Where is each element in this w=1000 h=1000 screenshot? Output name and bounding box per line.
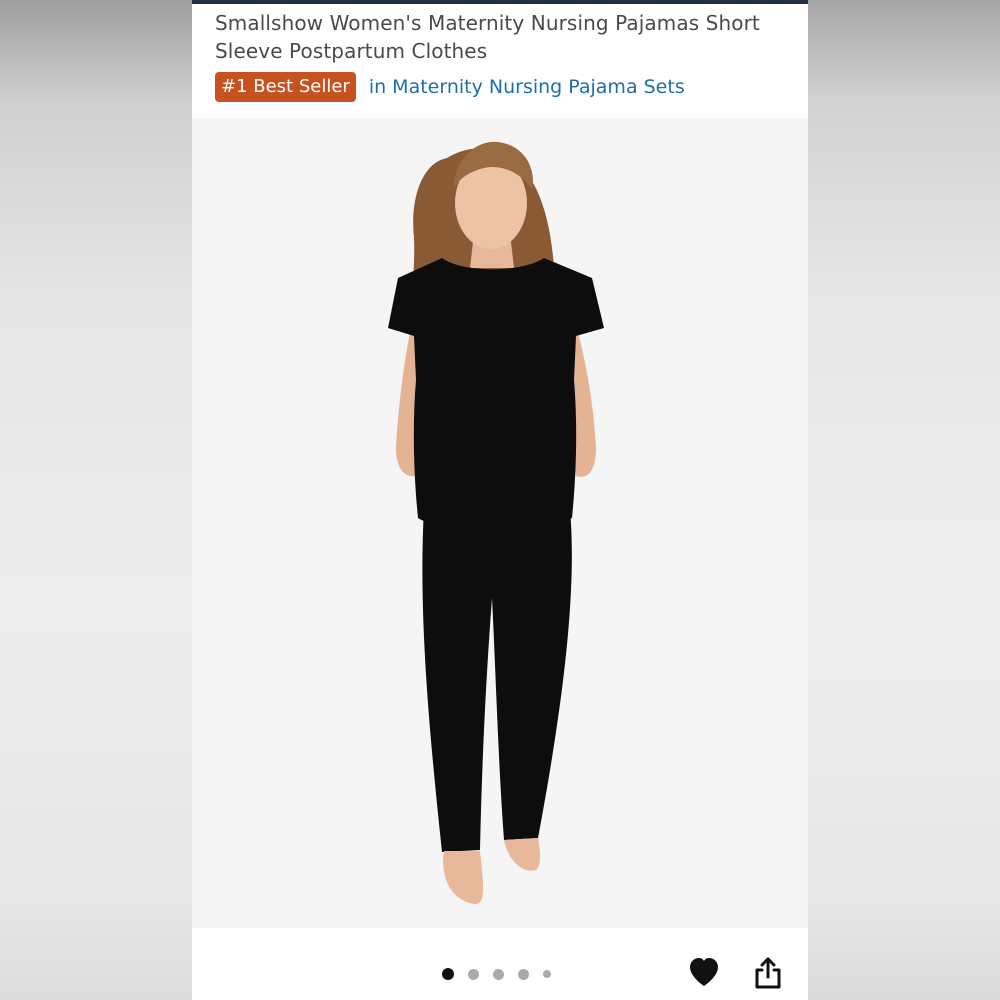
carousel-dot-2[interactable] [468, 968, 479, 980]
product-photo-illustration [388, 141, 604, 905]
product-screen: Smallshow Women's Maternity Nursing Paja… [192, 0, 808, 1000]
share-icon[interactable] [753, 956, 783, 990]
product-title: Smallshow Women's Maternity Nursing Paja… [215, 11, 760, 63]
background-blur-right [808, 0, 1000, 1000]
product-header: Smallshow Women's Maternity Nursing Paja… [192, 4, 808, 118]
best-seller-badge: #1 Best Seller [215, 72, 356, 102]
product-image[interactable] [192, 118, 808, 928]
carousel-dot-3[interactable] [493, 968, 504, 980]
heart-icon[interactable] [687, 956, 721, 990]
background-blur-left [0, 0, 192, 1000]
image-footer [192, 928, 808, 1000]
best-seller-row: #1 Best Seller in Maternity Nursing Paja… [215, 72, 685, 102]
carousel-dot-5[interactable] [543, 970, 551, 978]
category-link[interactable]: in Maternity Nursing Pajama Sets [369, 72, 685, 102]
carousel-dot-1[interactable] [442, 968, 454, 980]
carousel-dots [442, 968, 565, 980]
carousel-dot-4[interactable] [518, 968, 529, 980]
